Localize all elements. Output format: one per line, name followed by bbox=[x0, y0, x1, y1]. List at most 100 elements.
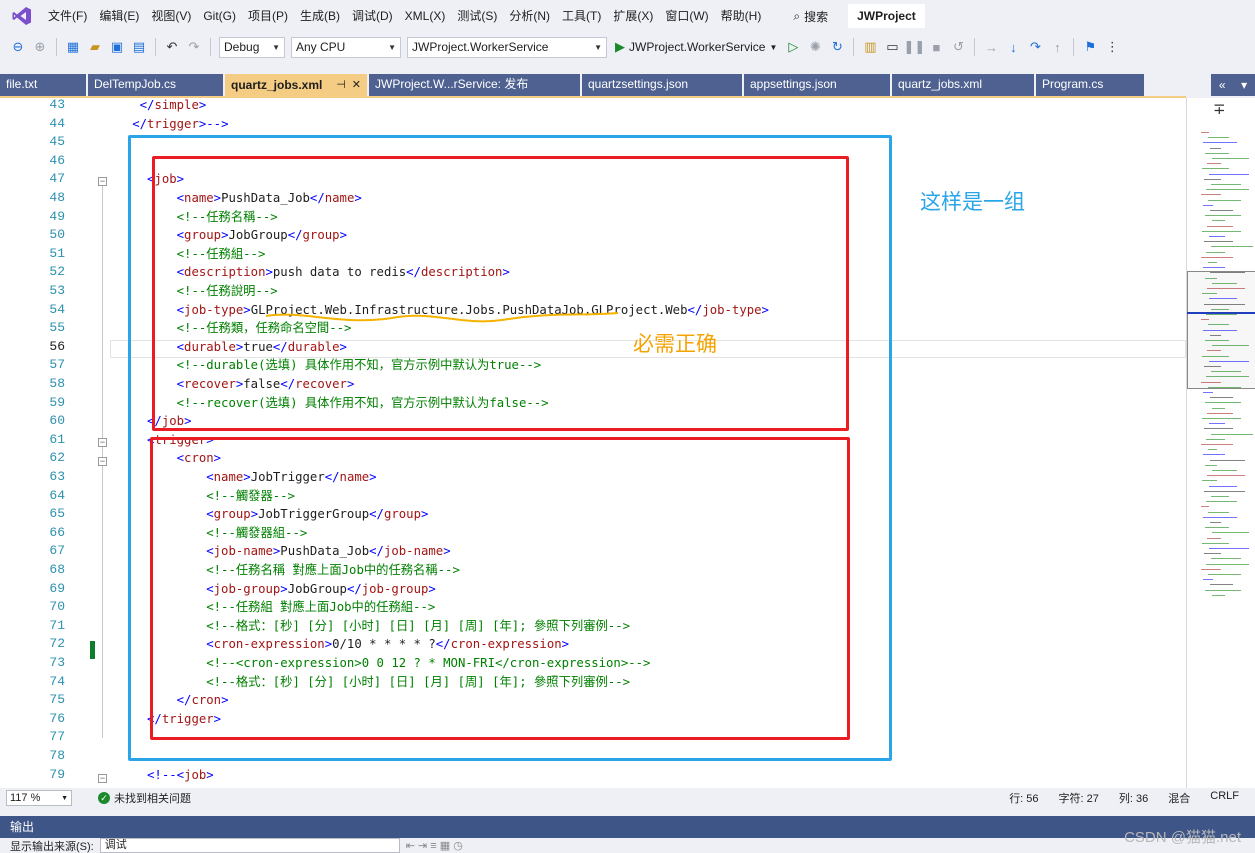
document-tab[interactable]: DelTempJob.cs bbox=[88, 74, 225, 96]
minimap-scrollbar[interactable]: ∓ bbox=[1186, 98, 1255, 788]
menu-item[interactable]: 测试(S) bbox=[451, 6, 503, 26]
document-tab[interactable]: quartz_jobs.xml bbox=[892, 74, 1036, 96]
search-box[interactable]: ⌕ 搜索 bbox=[787, 5, 834, 27]
code-line[interactable]: <!--觸發器組--> bbox=[110, 524, 307, 543]
code-line[interactable]: <!--格式：[秒] [分] [小时] [日] [月] [周] [年]; 參照下… bbox=[110, 673, 630, 692]
menu-item[interactable]: 扩展(X) bbox=[607, 6, 659, 26]
undo-icon[interactable]: ↶ bbox=[162, 37, 182, 57]
restart-icon[interactable]: ↺ bbox=[948, 37, 968, 57]
code-line[interactable]: <!--任務名稱 對應上面Job中的任務名稱--> bbox=[110, 561, 460, 580]
document-tab[interactable]: file.txt bbox=[0, 74, 88, 96]
toggle-breakpoint-icon[interactable]: ⚑ bbox=[1080, 37, 1100, 57]
chevrons-left-icon[interactable]: « bbox=[1219, 78, 1226, 92]
solution-platform-select[interactable]: Any CPU ▼ bbox=[291, 36, 401, 58]
line-indicator[interactable]: 行: 56 bbox=[1009, 790, 1038, 806]
step-out-icon[interactable]: ↑ bbox=[1047, 37, 1067, 57]
document-tab[interactable]: JWProject.W...rService: 发布 bbox=[369, 74, 582, 96]
code-line[interactable]: <!--任務類，任務命名空間--> bbox=[110, 319, 352, 338]
fold-toggle[interactable]: − bbox=[98, 774, 107, 783]
menu-item[interactable]: 编辑(E) bbox=[93, 6, 145, 26]
menu-item[interactable]: Git(G) bbox=[197, 6, 242, 26]
document-tab[interactable]: quartz_jobs.xml ⊣ ✕ bbox=[225, 74, 369, 96]
overflow-icon[interactable]: ⋮ bbox=[1102, 37, 1122, 57]
menu-item[interactable]: 窗口(W) bbox=[659, 6, 714, 26]
tab-list-icon[interactable]: ▾ bbox=[1241, 78, 1247, 92]
fold-toggle[interactable]: − bbox=[98, 177, 107, 186]
code-line[interactable]: <!--<job> bbox=[110, 766, 214, 785]
code-line[interactable]: </cron> bbox=[110, 691, 229, 710]
menu-item[interactable]: 文件(F) bbox=[42, 6, 93, 26]
code-line[interactable]: <description>push data to redis</descrip… bbox=[110, 263, 510, 282]
code-line[interactable]: <name>JobTrigger</name> bbox=[110, 468, 376, 487]
menu-item[interactable]: 分析(N) bbox=[503, 6, 556, 26]
code-line[interactable]: <!--<cron-expression>0 0 12 ? * MON-FRI<… bbox=[110, 654, 650, 673]
menu-item[interactable]: 生成(B) bbox=[294, 6, 346, 26]
char-indicator[interactable]: 字符: 27 bbox=[1059, 790, 1099, 806]
whitespace-mode[interactable]: 混合 bbox=[1168, 790, 1190, 806]
menu-item[interactable]: XML(X) bbox=[399, 6, 452, 26]
code-line[interactable]: <job-name>PushData_Job</job-name> bbox=[110, 542, 450, 561]
code-line[interactable]: <cron-expression>0/10 * * * * ?</cron-ex… bbox=[110, 635, 569, 654]
code-editor[interactable]: 43 44 45 46 47 48 49 50 51 52 53 54 55 56 57 58 59 60 61 62… bbox=[0, 98, 1186, 788]
pin-icon[interactable]: ⊣ bbox=[336, 75, 346, 95]
code-line[interactable]: <job-type>GLProject.Web.Infrastructure.J… bbox=[110, 301, 769, 320]
col-indicator[interactable]: 列: 36 bbox=[1119, 790, 1148, 806]
split-window-icon[interactable]: ∓ bbox=[1213, 100, 1226, 118]
stop-icon[interactable]: ■ bbox=[926, 37, 946, 57]
document-tab[interactable]: quartzsettings.json bbox=[582, 74, 744, 96]
code-line[interactable]: <!--任務名稱--> bbox=[110, 208, 278, 227]
line-ending[interactable]: CRLF bbox=[1210, 790, 1239, 806]
code-line[interactable]: <job> bbox=[110, 170, 184, 189]
code-line[interactable]: <name>PushData_Job</name> bbox=[110, 189, 362, 208]
code-line[interactable]: <!--durable(选填) 具体作用不知，官方示例中默认为true--> bbox=[110, 356, 542, 375]
code-line[interactable]: <!--recover(选填) 具体作用不知，官方示例中默认为false--> bbox=[110, 394, 549, 413]
code-line[interactable]: <group>JobTriggerGroup</group> bbox=[110, 505, 428, 524]
layout-icon[interactable]: ▭ bbox=[882, 37, 902, 57]
visual-studio-logo-icon[interactable] bbox=[11, 5, 33, 27]
code-line[interactable]: </job> bbox=[110, 412, 191, 431]
back-icon[interactable]: ⊖ bbox=[8, 37, 28, 57]
document-tab[interactable]: Program.cs bbox=[1036, 74, 1146, 96]
code-line[interactable]: <!--格式：[秒] [分] [小时] [日] [月] [周] [年]; 參照下… bbox=[110, 617, 630, 636]
code-line[interactable]: <job-group>JobGroup</job-group> bbox=[110, 580, 436, 599]
menu-item[interactable]: 帮助(H) bbox=[715, 6, 768, 26]
solution-explorer-icon[interactable]: ▥ bbox=[860, 37, 880, 57]
output-panel-title[interactable]: 输出 bbox=[0, 816, 1255, 838]
output-source-select[interactable]: 调试 bbox=[99, 838, 400, 853]
menu-item[interactable]: 视图(V) bbox=[145, 6, 197, 26]
code-line[interactable]: </simple> bbox=[110, 98, 207, 115]
start-without-debugging-icon[interactable]: ▷ bbox=[783, 37, 803, 57]
startup-project-select[interactable]: JWProject.WorkerService ▼ bbox=[407, 36, 607, 58]
tab-overflow[interactable]: « ▾ bbox=[1211, 74, 1255, 96]
code-line[interactable]: <cron> bbox=[110, 449, 221, 468]
fold-toggle[interactable]: − bbox=[98, 457, 107, 466]
zoom-select[interactable]: 117 % ▼ bbox=[6, 790, 72, 806]
close-icon[interactable]: ✕ bbox=[352, 75, 361, 95]
menu-item[interactable]: 工具(T) bbox=[556, 6, 607, 26]
document-tab[interactable]: appsettings.json bbox=[744, 74, 892, 96]
code-line[interactable]: </trigger>--> bbox=[110, 115, 228, 134]
new-project-icon[interactable]: ▦ bbox=[63, 37, 83, 57]
code-line[interactable]: <group>JobGroup</group> bbox=[110, 226, 347, 245]
step-into-icon[interactable]: ↓ bbox=[1003, 37, 1023, 57]
code-line[interactable]: <recover>false</recover> bbox=[110, 375, 355, 394]
refresh-icon[interactable]: ↻ bbox=[827, 37, 847, 57]
pause-icon[interactable]: ❚❚ bbox=[904, 37, 926, 57]
code-line[interactable]: <!--觸發器--> bbox=[110, 487, 295, 506]
code-line[interactable]: <!--任務組--> bbox=[110, 245, 266, 264]
step-over-icon[interactable]: ↷ bbox=[1025, 37, 1045, 57]
fold-toggle[interactable]: − bbox=[98, 438, 107, 447]
redo-icon[interactable]: ↷ bbox=[184, 37, 204, 57]
code-line[interactable]: <trigger> bbox=[110, 431, 214, 450]
save-icon[interactable]: ▣ bbox=[107, 37, 127, 57]
menu-item[interactable]: 调试(D) bbox=[346, 6, 399, 26]
save-all-icon[interactable]: ▤ bbox=[129, 37, 149, 57]
output-toolbar-icons[interactable]: ⇤ ⇥ ≡ ▦ ◷ bbox=[406, 839, 463, 852]
menu-item[interactable]: 项目(P) bbox=[242, 6, 294, 26]
forward-icon[interactable]: ⊕ bbox=[30, 37, 50, 57]
issues-status[interactable]: 未找到相关问题 bbox=[114, 790, 191, 806]
solution-configuration-select[interactable]: Debug ▼ bbox=[219, 36, 285, 58]
code-line[interactable]: <durable>true</durable> bbox=[110, 338, 347, 357]
code-line[interactable]: </trigger> bbox=[110, 710, 221, 729]
start-debugging-button[interactable]: ▶ JWProject.WorkerService ▼ bbox=[611, 39, 781, 55]
